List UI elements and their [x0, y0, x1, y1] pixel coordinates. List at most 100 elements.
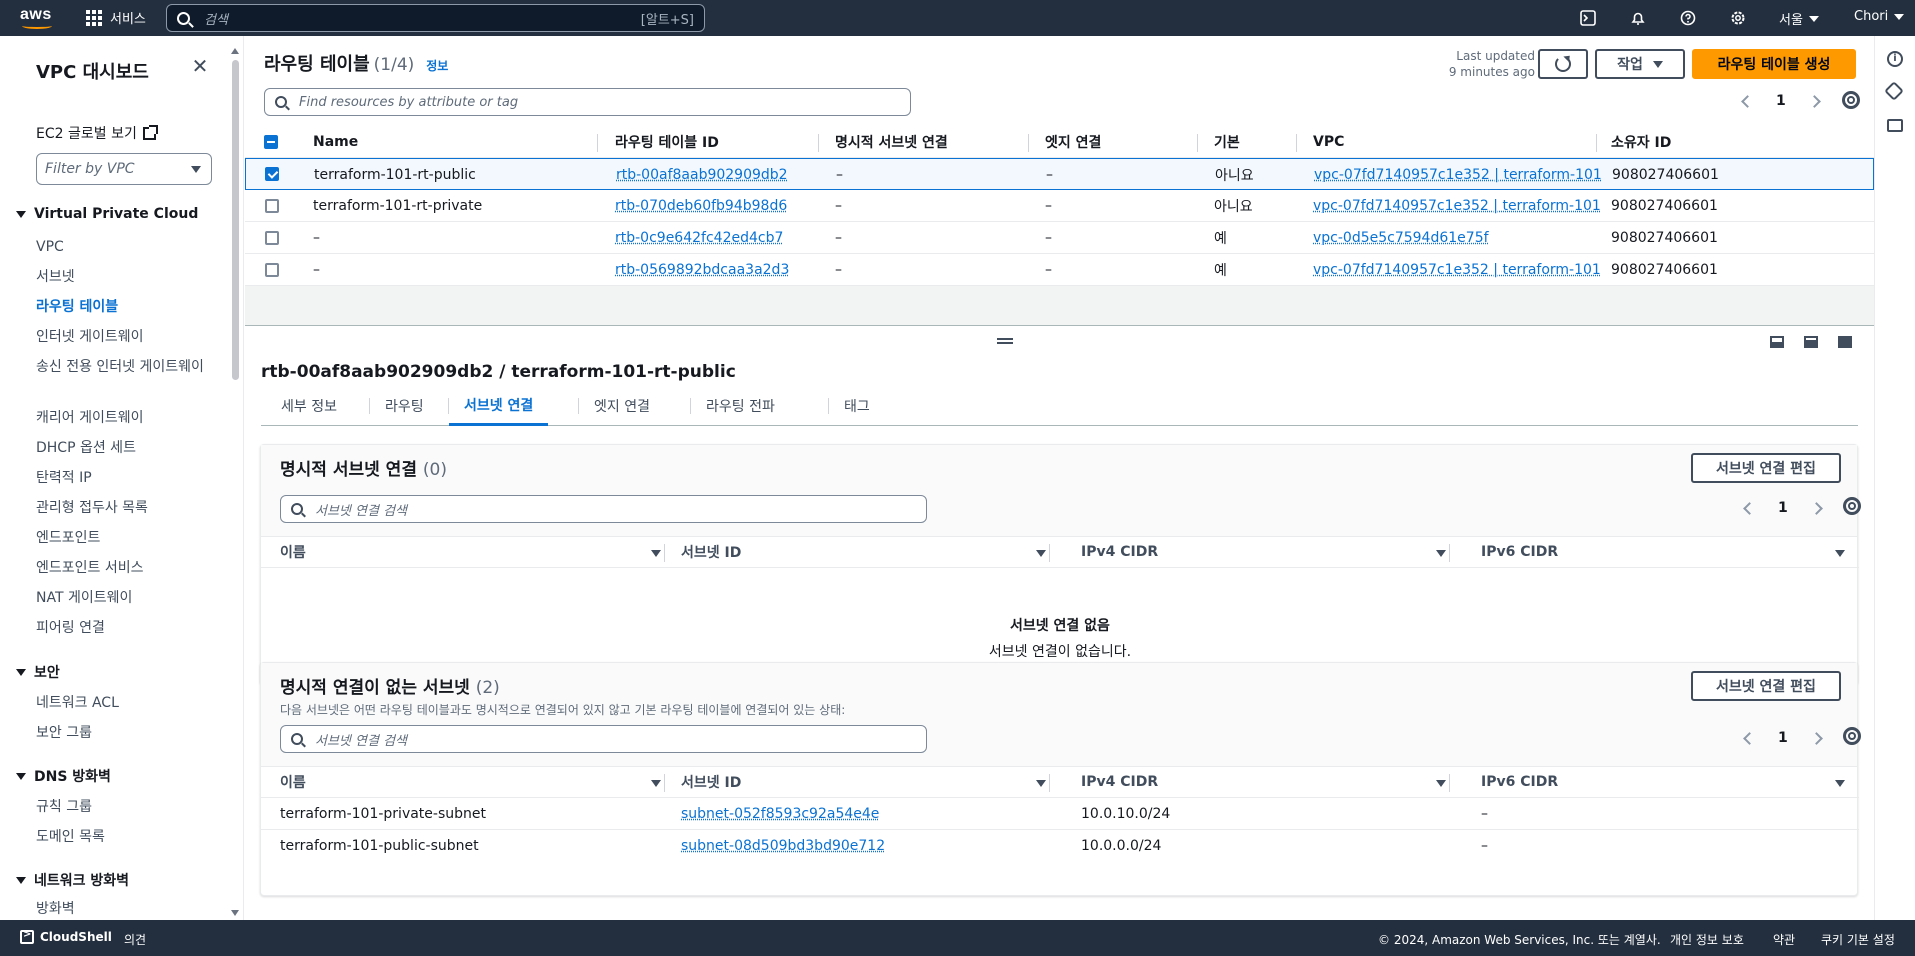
col-explicit-subnet[interactable]: 명시적 서브넷 연결	[835, 126, 948, 158]
aws-logo[interactable]: aws	[20, 6, 56, 30]
chevron-right-icon[interactable]	[1809, 501, 1823, 515]
tab-route-propagation[interactable]: 라우팅 전파	[691, 386, 790, 426]
preferences-gear-icon[interactable]	[1843, 497, 1861, 515]
chevron-right-icon[interactable]	[1807, 94, 1821, 108]
col-divider[interactable]	[597, 134, 598, 152]
sort-icon[interactable]	[1436, 550, 1446, 557]
table-row[interactable]: – rtb-0569892bdcaa3a2d3 – – 예 vpc-07fd71…	[245, 254, 1874, 286]
chevron-left-icon[interactable]	[1743, 731, 1756, 745]
scroll-down-icon[interactable]	[231, 910, 239, 916]
col-name[interactable]: Name	[313, 126, 358, 158]
split-bottom-icon[interactable]	[1770, 336, 1784, 348]
sidebar-item-endpoint-services[interactable]: 엔드포인트 서비스	[36, 558, 206, 578]
create-route-table-button[interactable]: 라우팅 테이블 생성	[1692, 49, 1856, 79]
gear-icon[interactable]	[1728, 8, 1748, 28]
sidebar-item-egress-only-igw[interactable]: 송신 전용 인터넷 게이트웨이	[36, 357, 206, 377]
cell-rtb-id[interactable]: rtb-0569892bdcaa3a2d3	[615, 254, 789, 286]
cookie-preferences-link[interactable]: 쿠키 기본 설정	[1821, 931, 1895, 948]
col-divider[interactable]	[664, 774, 665, 792]
sidebar-item-vpc[interactable]: VPC	[36, 237, 206, 257]
tab-tags[interactable]: 태그	[829, 386, 885, 426]
col-main[interactable]: 기본	[1214, 126, 1240, 158]
sidebar-item-endpoints[interactable]: 엔드포인트	[36, 528, 206, 548]
cell-rtb-id[interactable]: rtb-070deb60fb94b98d6	[615, 190, 787, 222]
help-icon[interactable]	[1678, 8, 1698, 28]
col-edge[interactable]: 엣지 연결	[1045, 126, 1101, 158]
refresh-button[interactable]	[1538, 49, 1588, 79]
feedback-icon[interactable]	[1887, 119, 1903, 132]
select-all-checkbox[interactable]	[264, 135, 278, 149]
sort-icon[interactable]	[651, 780, 661, 787]
chevron-right-icon[interactable]	[1809, 731, 1823, 745]
terms-link[interactable]: 약관	[1773, 931, 1795, 948]
col-divider[interactable]	[1449, 774, 1450, 792]
sidebar-section-network-firewall[interactable]: 네트워크 방화벽	[16, 870, 129, 890]
cell-vpc[interactable]: vpc-07fd7140957c1e352 | terraform-101	[1314, 159, 1602, 191]
row-checkbox[interactable]	[265, 167, 279, 181]
cell-rtb-id[interactable]: rtb-0c9e642fc42ed4cb7	[615, 222, 783, 254]
vpc-filter-select[interactable]: Filter by VPC	[36, 153, 212, 185]
col-name[interactable]: 이름	[280, 767, 306, 797]
bell-icon[interactable]	[1628, 8, 1648, 28]
col-rtb-id[interactable]: 라우팅 테이블 ID	[615, 126, 719, 158]
col-divider[interactable]	[1049, 774, 1050, 792]
col-ipv4-cidr[interactable]: IPv4 CIDR	[1081, 767, 1158, 797]
split-middle-icon[interactable]	[1804, 336, 1818, 348]
hexagon-icon[interactable]	[1884, 81, 1904, 101]
close-icon[interactable]: ✕	[190, 56, 210, 76]
cell-vpc[interactable]: vpc-0d5e5c7594d61e75f	[1313, 222, 1489, 254]
sidebar-item-subnets[interactable]: 서브넷	[36, 267, 206, 287]
info-link[interactable]: 정보	[426, 57, 448, 74]
resource-search-input[interactable]: Find resources by attribute or tag	[264, 88, 911, 116]
sidebar-item-rule-groups[interactable]: 규칙 그룹	[36, 797, 206, 817]
chevron-left-icon[interactable]	[1741, 94, 1754, 108]
col-subnet-id[interactable]: 서브넷 ID	[681, 537, 741, 567]
sidebar-section-security[interactable]: 보안	[16, 662, 60, 682]
region-selector[interactable]: 서울	[1779, 9, 1819, 28]
cloudshell-button[interactable]: CloudShell	[20, 929, 112, 944]
table-row[interactable]: – rtb-0c9e642fc42ed4cb7 – – 예 vpc-0d5e5c…	[245, 222, 1874, 254]
cell-vpc[interactable]: vpc-07fd7140957c1e352 | terraform-101	[1313, 254, 1601, 286]
col-ipv6-cidr[interactable]: IPv6 CIDR	[1481, 767, 1558, 797]
cell-vpc[interactable]: vpc-07fd7140957c1e352 | terraform-101	[1313, 190, 1601, 222]
col-divider[interactable]	[664, 544, 665, 562]
tab-details[interactable]: 세부 정보	[266, 386, 352, 426]
sidebar-item-peering[interactable]: 피어링 연결	[36, 618, 206, 638]
subnet-association-search-input[interactable]: 서브넷 연결 검색	[280, 495, 927, 523]
account-menu[interactable]: Chori	[1854, 9, 1905, 24]
page-number[interactable]: 1	[1778, 730, 1788, 746]
col-ipv4-cidr[interactable]: IPv4 CIDR	[1081, 537, 1158, 567]
preferences-gear-icon[interactable]	[1843, 727, 1861, 745]
info-icon[interactable]: i	[1887, 51, 1903, 67]
scroll-up-icon[interactable]	[231, 48, 239, 54]
cell-rtb-id[interactable]: rtb-00af8aab902909db2	[616, 159, 788, 191]
col-divider[interactable]	[1049, 544, 1050, 562]
row-checkbox[interactable]	[265, 199, 279, 213]
table-row[interactable]: terraform-101-rt-private rtb-070deb60fb9…	[245, 190, 1874, 222]
col-divider[interactable]	[1449, 544, 1450, 562]
col-divider[interactable]	[1596, 134, 1597, 152]
global-search-input[interactable]: 검색 [알트+S]	[166, 4, 705, 32]
sidebar-item-nat-gateways[interactable]: NAT 게이트웨이	[36, 588, 206, 608]
col-vpc[interactable]: VPC	[1313, 126, 1344, 158]
col-divider[interactable]	[818, 134, 819, 152]
sidebar-item-carrier-gateways[interactable]: 캐리어 게이트웨이	[36, 408, 206, 428]
col-name[interactable]: 이름	[280, 537, 306, 567]
tab-edge-associations[interactable]: 엣지 연결	[579, 386, 665, 426]
sidebar-scrollbar[interactable]	[231, 48, 239, 916]
row-checkbox[interactable]	[265, 231, 279, 245]
sidebar-item-firewalls[interactable]: 방화벽	[36, 899, 206, 919]
sidebar-item-security-groups[interactable]: 보안 그룹	[36, 723, 206, 743]
sidebar-title[interactable]: VPC 대시보드	[36, 58, 149, 84]
sidebar-section-dns-firewall[interactable]: DNS 방화벽	[16, 766, 111, 786]
cloudshell-icon[interactable]	[1578, 8, 1598, 28]
col-divider[interactable]	[1028, 134, 1029, 152]
sidebar-item-dhcp-options[interactable]: DHCP 옵션 세트	[36, 438, 206, 458]
sidebar-item-network-acl[interactable]: 네트워크 ACL	[36, 693, 206, 713]
tab-routes[interactable]: 라우팅	[370, 386, 439, 426]
chevron-left-icon[interactable]	[1743, 501, 1756, 515]
col-divider[interactable]	[1296, 134, 1297, 152]
sort-icon[interactable]	[651, 550, 661, 557]
sort-icon[interactable]	[1036, 550, 1046, 557]
sort-icon[interactable]	[1436, 780, 1446, 787]
